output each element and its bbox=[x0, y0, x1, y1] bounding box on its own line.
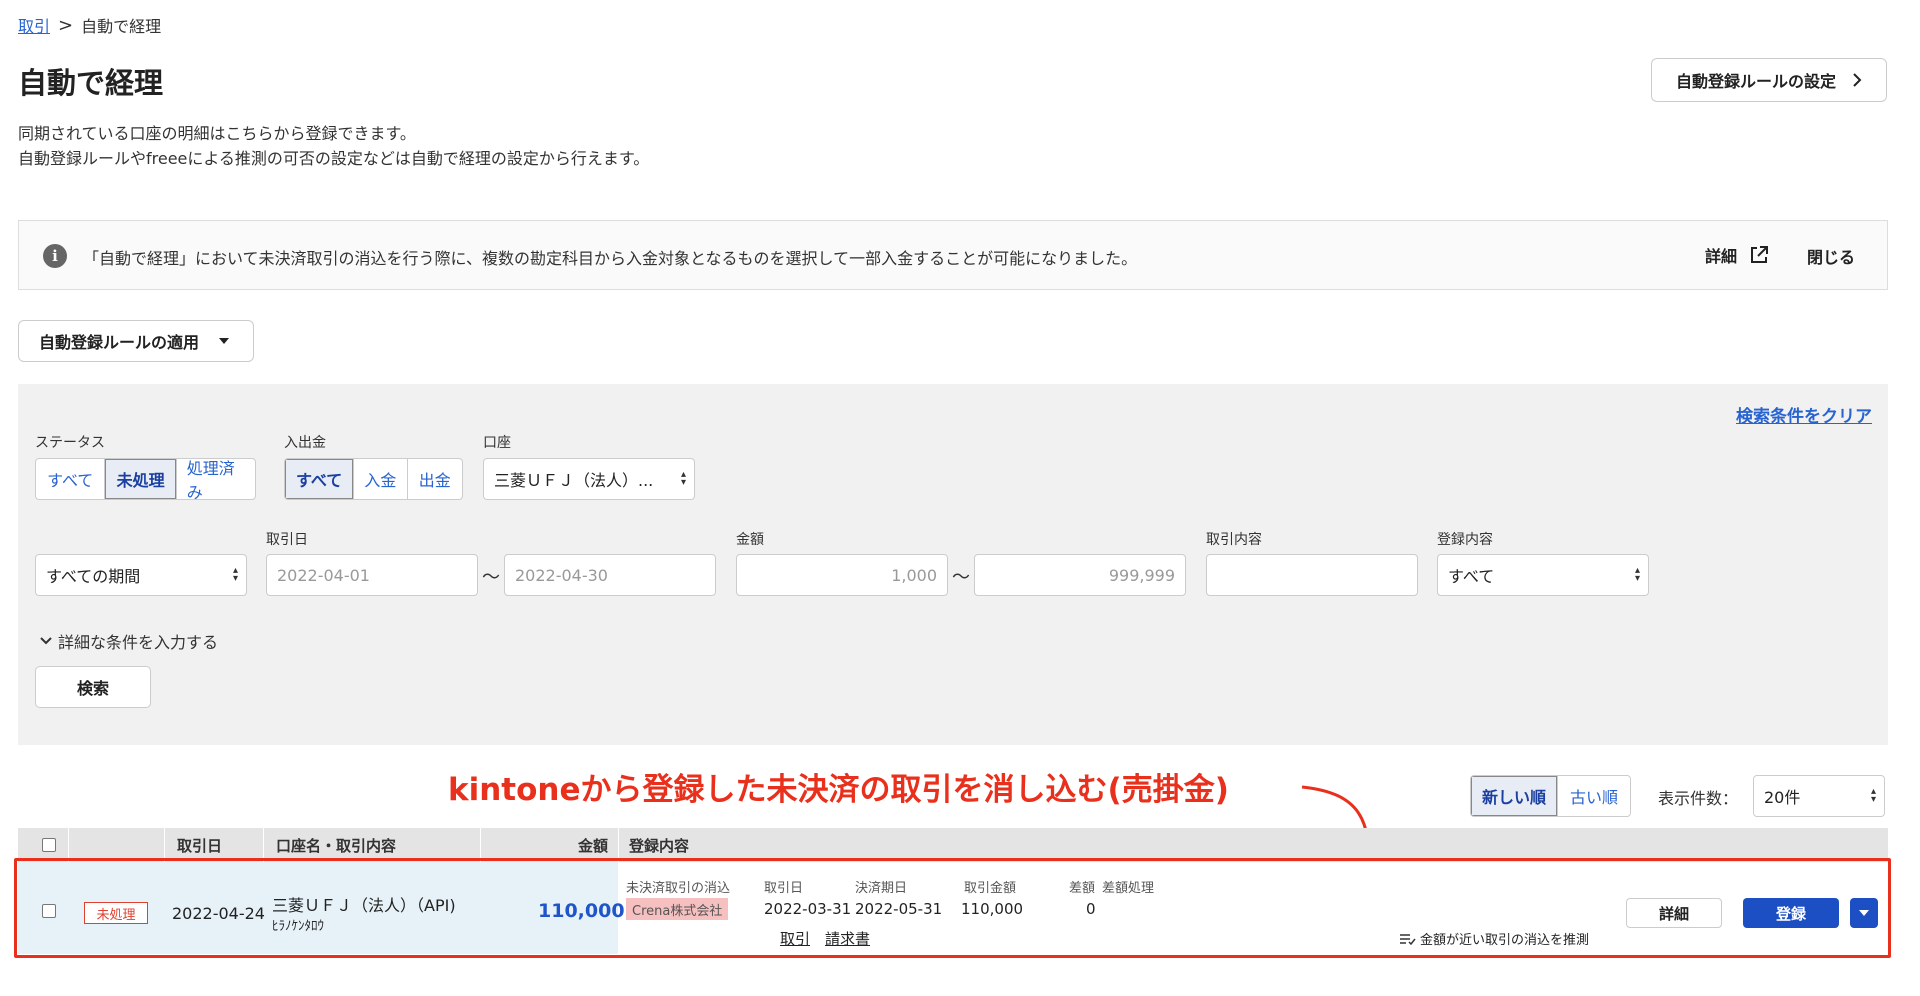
amount-range-separator: 〜 bbox=[952, 567, 970, 588]
date-filter-label: 取引日 bbox=[266, 532, 308, 548]
select-all-cell bbox=[42, 828, 56, 862]
select-arrows-icon: ▴ ▾ bbox=[1870, 786, 1876, 805]
notice-close-button[interactable]: 閉じる bbox=[1807, 244, 1855, 268]
annotation-highlight-box bbox=[14, 858, 1891, 958]
amount-filter-label: 金額 bbox=[736, 532, 764, 548]
inout-all-option[interactable]: すべて bbox=[285, 459, 355, 499]
account-select-value: 三菱ＵＦＪ（法人）... bbox=[494, 471, 654, 490]
inout-withdrawal-option[interactable]: 出金 bbox=[408, 459, 462, 499]
breadcrumb-deals-link[interactable]: 取引 bbox=[18, 13, 50, 37]
search-button[interactable]: 検索 bbox=[35, 666, 151, 708]
account-select[interactable]: 三菱ＵＦＪ（法人）... ▴ ▾ bbox=[483, 458, 695, 500]
sort-toggle: 新しい順 古い順 bbox=[1470, 775, 1631, 817]
period-select-value: すべての期間 bbox=[46, 567, 141, 586]
select-all-checkbox[interactable] bbox=[42, 838, 56, 852]
info-icon: i bbox=[43, 244, 67, 268]
period-select[interactable]: すべての期間 ▴ ▾ bbox=[35, 554, 247, 596]
header-account: 口座名・取引内容 bbox=[263, 828, 396, 862]
page-size-select[interactable]: 20件 ▴ ▾ bbox=[1753, 775, 1885, 817]
inout-deposit-option[interactable]: 入金 bbox=[354, 459, 408, 499]
page-size-value: 20件 bbox=[1764, 788, 1801, 807]
expand-conditions-toggle[interactable]: 詳細な条件を入力する bbox=[40, 629, 218, 653]
registered-select[interactable]: すべて ▴ ▾ bbox=[1437, 554, 1649, 596]
status-all-option[interactable]: すべて bbox=[36, 459, 106, 499]
header-date: 取引日 bbox=[164, 828, 222, 862]
apply-rules-label: 自動登録ルールの適用 bbox=[39, 333, 200, 352]
rule-settings-label: 自動登録ルールの設定 bbox=[1675, 72, 1836, 91]
description-line-2: 自動登録ルールやfreeeによる推測の可否の設定などは自動で経理の設定から行えま… bbox=[18, 149, 650, 168]
registered-filter-label: 登録内容 bbox=[1437, 532, 1493, 548]
select-arrows-icon: ▴ ▾ bbox=[680, 469, 686, 488]
breadcrumb: 取引 > 自動で経理 bbox=[18, 13, 161, 37]
amount-to-input[interactable]: 999,999 bbox=[974, 554, 1186, 596]
chevron-down-icon bbox=[40, 637, 52, 645]
clear-filters-link[interactable]: 検索条件をクリア bbox=[1736, 402, 1872, 427]
date-range-separator: 〜 bbox=[482, 567, 500, 588]
registered-select-value: すべて bbox=[1448, 567, 1495, 586]
amount-from-input[interactable]: 1,000 bbox=[736, 554, 948, 596]
sort-newest-option[interactable]: 新しい順 bbox=[1471, 776, 1558, 816]
content-filter-label: 取引内容 bbox=[1206, 532, 1262, 548]
notice-detail-link[interactable]: 詳細 bbox=[1705, 243, 1769, 267]
table-header: 取引日 口座名・取引内容 金額 登録内容 bbox=[18, 828, 1888, 862]
notice-detail-label: 詳細 bbox=[1705, 247, 1738, 266]
inout-filter: すべて 入金 出金 bbox=[284, 458, 463, 500]
status-unprocessed-option[interactable]: 未処理 bbox=[105, 459, 177, 499]
page-description: 同期されている口座の明細はこちらから登録できます。 自動登録ルールやfreeeに… bbox=[18, 121, 649, 171]
expand-conditions-label: 詳細な条件を入力する bbox=[58, 633, 219, 652]
sort-oldest-option[interactable]: 古い順 bbox=[1558, 776, 1630, 816]
status-filter: すべて 未処理 処理済み bbox=[35, 458, 256, 500]
chevron-right-icon: > bbox=[58, 14, 74, 36]
content-input[interactable] bbox=[1206, 554, 1418, 596]
caret-down-icon bbox=[219, 338, 230, 344]
notice-banner: i 「自動で経理」において未決済取引の消込を行う際に、複数の勘定科目から入金対象… bbox=[18, 220, 1888, 290]
inout-filter-label: 入出金 bbox=[284, 435, 326, 451]
status-filter-label: ステータス bbox=[35, 435, 105, 451]
apply-rules-button[interactable]: 自動登録ルールの適用 bbox=[18, 320, 254, 362]
annotation-text: kintoneから登録した未決済の取引を消し込む(売掛金) bbox=[448, 772, 1229, 808]
date-to-input[interactable]: 2022-04-30 bbox=[504, 554, 716, 596]
notice-message: 「自動で経理」において未決済取引の消込を行う際に、複数の勘定科目から入金対象とな… bbox=[83, 249, 1138, 268]
description-line-1: 同期されている口座の明細はこちらから登録できます。 bbox=[18, 124, 416, 143]
page-title: 自動で経理 bbox=[18, 66, 164, 100]
select-arrows-icon: ▴ ▾ bbox=[1634, 565, 1640, 584]
select-arrows-icon: ▴ ▾ bbox=[232, 565, 238, 584]
status-processed-option[interactable]: 処理済み bbox=[177, 459, 255, 499]
external-link-icon bbox=[1751, 246, 1769, 263]
date-from-input[interactable]: 2022-04-01 bbox=[266, 554, 478, 596]
header-registered: 登録内容 bbox=[618, 828, 689, 862]
breadcrumb-current: 自動で経理 bbox=[81, 17, 162, 36]
page-size-label: 表示件数： bbox=[1658, 789, 1739, 808]
header-amount: 金額 bbox=[480, 828, 618, 862]
rule-settings-button[interactable]: 自動登録ルールの設定 bbox=[1651, 58, 1887, 102]
chevron-right-icon bbox=[1853, 73, 1862, 87]
account-filter-label: 口座 bbox=[483, 435, 511, 451]
